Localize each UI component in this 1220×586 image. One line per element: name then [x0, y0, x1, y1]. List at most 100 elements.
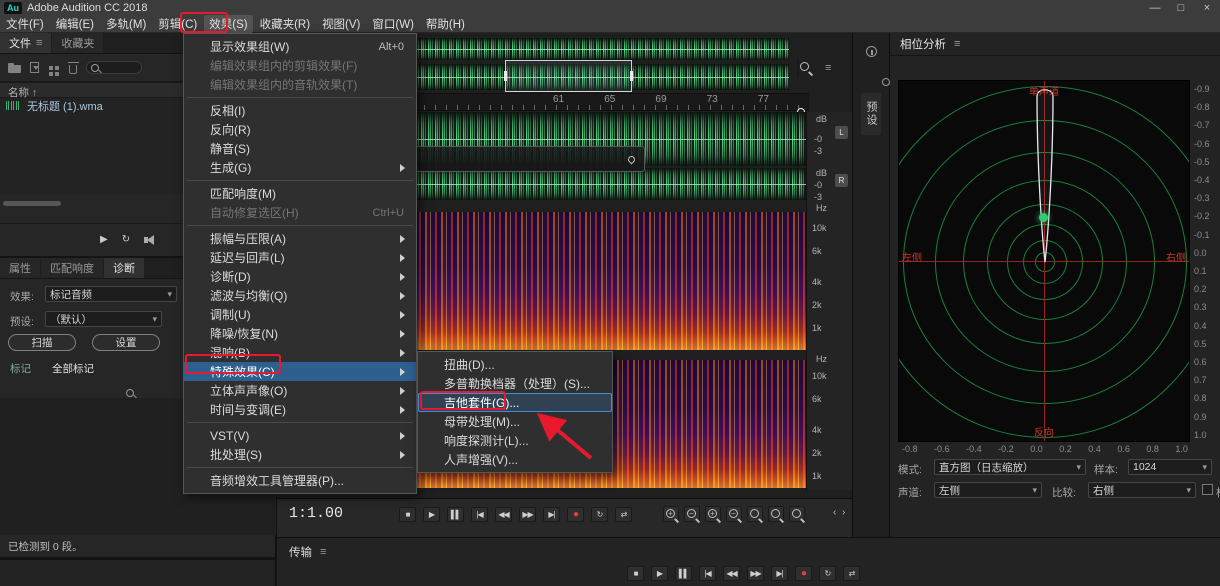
zoom-full-button[interactable]	[789, 506, 805, 522]
menubar-item[interactable]: 效果(S)	[204, 15, 252, 33]
zoom-selection-edge-button[interactable]	[768, 506, 784, 522]
zoom-in-button[interactable]: +	[663, 506, 679, 522]
effects-menu-item[interactable]: 反向(R)	[184, 120, 416, 139]
tab-files[interactable]: 文件 ≡	[0, 33, 51, 53]
pause-button[interactable]: ▌▌	[447, 507, 464, 522]
effects-menu-item[interactable]: 批处理(S)	[184, 445, 416, 464]
horizontal-scrollbar[interactable]	[3, 201, 61, 206]
effects-menu-item[interactable]: 滤波与均衡(Q)	[184, 286, 416, 305]
zoom-out-button[interactable]: −	[684, 506, 700, 522]
effects-menu-item[interactable]: 音频增效工具管理器(P)...	[184, 471, 416, 490]
all-markers-tab[interactable]: 全部标记	[52, 361, 94, 376]
skip-selection-button[interactable]: ⇄	[615, 507, 632, 522]
loop-playback-button[interactable]: ↻	[591, 507, 608, 522]
effects-menu-item[interactable]: 混响(B)	[184, 343, 416, 362]
submenu-item[interactable]: 人声增强(V)...	[418, 450, 612, 469]
rewind-button[interactable]: ◀◀	[723, 566, 740, 581]
markers-tab[interactable]: 标记	[10, 361, 31, 376]
menubar-item[interactable]: 文件(F)	[1, 15, 49, 33]
play-button[interactable]: ▶	[423, 507, 440, 522]
phase-panel-menu-icon[interactable]: ≡	[954, 38, 960, 50]
phase-plot[interactable]: 单声道 左侧 右侧 反向	[898, 80, 1190, 442]
tab-diagnostics[interactable]: 诊断	[104, 258, 144, 278]
minimize-button[interactable]: —	[1142, 2, 1168, 14]
compare-select[interactable]: 右侧▾	[1088, 482, 1196, 498]
fast-forward-button[interactable]: ▶▶	[519, 507, 536, 522]
stop-button[interactable]: ■	[627, 566, 644, 581]
close-button[interactable]: ×	[1194, 2, 1220, 14]
speaker-icon[interactable]	[144, 237, 148, 243]
skip-to-end-button[interactable]: ▶|	[771, 566, 788, 581]
effects-menu-item[interactable]: 降噪/恢复(N)	[184, 324, 416, 343]
fast-forward-button[interactable]: ▶▶	[747, 566, 764, 581]
zoom-to-selection-button[interactable]	[747, 506, 763, 522]
column-name[interactable]: 名称 ↑	[8, 85, 37, 100]
import-file-icon[interactable]	[30, 62, 39, 73]
time-display[interactable]: 1:1.00	[289, 505, 343, 522]
submenu-item[interactable]: 扭曲(D)...	[418, 355, 612, 374]
channel-left-badge[interactable]: L	[835, 126, 848, 139]
media-browser-icon[interactable]	[49, 66, 53, 70]
delete-icon[interactable]	[69, 65, 77, 74]
overview-selection[interactable]	[505, 60, 632, 92]
loop-preview-icon[interactable]: ↻	[122, 235, 130, 245]
effects-menu-item[interactable]: 编辑效果组内的音轨效果(T)	[184, 75, 416, 94]
tab-favorites[interactable]: 收藏夹	[52, 33, 103, 53]
transport-panel-menu-icon[interactable]: ≡	[320, 546, 326, 558]
submenu-item[interactable]: 多普勒换档器（处理）(S)...	[418, 374, 612, 393]
menubar-item[interactable]: 视图(V)	[317, 15, 365, 33]
zoom-in-time-button[interactable]: +	[705, 506, 721, 522]
effects-menu-item[interactable]: 调制(U)	[184, 305, 416, 324]
tab-match-loudness[interactable]: 匹配响度	[41, 258, 103, 278]
record-button[interactable]: ●	[567, 507, 584, 522]
preview-play-button[interactable]: ▶	[100, 235, 108, 245]
zoom-out-time-button[interactable]: −	[726, 506, 742, 522]
record-button[interactable]: ●	[795, 566, 812, 581]
effects-menu-item[interactable]: 时间与变调(E)	[184, 400, 416, 419]
effects-menu-item[interactable]: 匹配响度(M)	[184, 184, 416, 203]
effects-menu-item[interactable]: 显示效果组(W) Alt+0	[184, 37, 416, 56]
effects-menu-item[interactable]: 自动修复选区(H) Ctrl+U	[184, 203, 416, 222]
skip-to-start-button[interactable]: |◀	[471, 507, 488, 522]
scroll-left-icon[interactable]: ‹	[833, 507, 836, 518]
tab-properties[interactable]: 属性	[0, 258, 40, 278]
channel-select[interactable]: 左侧▾	[934, 482, 1042, 498]
info-icon[interactable]	[866, 46, 877, 57]
effects-menu-item[interactable]: 延迟与回声(L)	[184, 248, 416, 267]
effects-menu-item[interactable]: 生成(G)	[184, 158, 416, 177]
menubar-item[interactable]: 帮助(H)	[421, 15, 470, 33]
effects-menu-item[interactable]: 静音(S)	[184, 139, 416, 158]
scan-button[interactable]: 扫描	[8, 334, 76, 351]
effects-menu-item[interactable]: 编辑效果组内的剪辑效果(F)	[184, 56, 416, 75]
loop-playback-button[interactable]: ↻	[819, 566, 836, 581]
stop-button[interactable]: ■	[399, 507, 416, 522]
rewind-button[interactable]: ◀◀	[495, 507, 512, 522]
skip-to-start-button[interactable]: |◀	[699, 566, 716, 581]
menubar-item[interactable]: 编辑(E)	[51, 15, 99, 33]
skip-selection-button[interactable]: ⇄	[843, 566, 860, 581]
panel-menu-icon[interactable]: ≡	[36, 37, 42, 49]
editor-panel-menu-icon[interactable]: ≡	[825, 62, 831, 74]
effects-menu-item[interactable]: 立体声声像(O)	[184, 381, 416, 400]
submenu-item[interactable]: 响度探测计(L)...	[418, 431, 612, 450]
menubar-item[interactable]: 窗口(W)	[367, 15, 419, 33]
submenu-item[interactable]: 母带处理(M)...	[418, 412, 612, 431]
effects-menu-item[interactable]: 反相(I)	[184, 101, 416, 120]
effects-menu-item[interactable]: 振幅与压限(A)	[184, 229, 416, 248]
effect-select[interactable]: 标记音频▾	[45, 286, 177, 302]
effects-menu-item[interactable]: 诊断(D)	[184, 267, 416, 286]
pin-icon[interactable]	[627, 154, 637, 164]
channel-right-badge[interactable]: R	[835, 174, 848, 187]
effects-menu-item[interactable]: 特殊效果(C)	[184, 362, 416, 381]
play-button[interactable]: ▶	[651, 566, 668, 581]
scroll-right-icon[interactable]: ›	[842, 507, 845, 518]
menubar-item[interactable]: 剪辑(C)	[153, 15, 202, 33]
presets-collapsed-tab[interactable]: 预设	[861, 93, 881, 135]
maximize-button[interactable]: □	[1168, 2, 1194, 14]
normalize-checkbox[interactable]	[1202, 484, 1213, 495]
open-folder-icon[interactable]	[8, 65, 21, 73]
search-markers-icon[interactable]	[126, 389, 134, 397]
menubar-item[interactable]: 收藏夹(R)	[255, 15, 315, 33]
preset-select[interactable]: （默认）▾	[45, 311, 162, 327]
pause-button[interactable]: ▌▌	[675, 566, 692, 581]
